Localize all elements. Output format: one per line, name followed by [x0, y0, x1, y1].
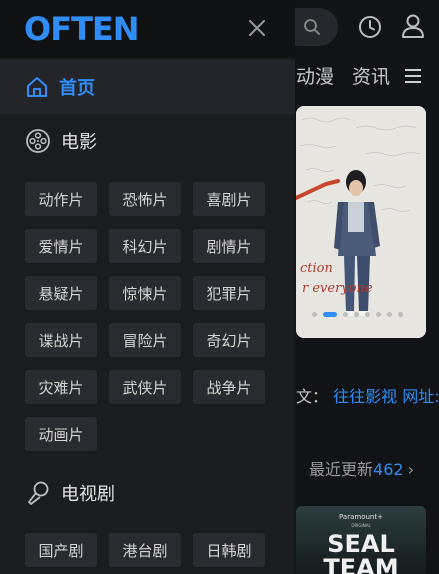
- movie-genre-chip[interactable]: 犯罪片: [193, 276, 265, 310]
- tab-news[interactable]: 资讯: [352, 62, 390, 92]
- movie-genre-chip[interactable]: 剧情片: [193, 229, 265, 263]
- movie-genre-chip[interactable]: 恐怖片: [109, 182, 181, 216]
- search-icon[interactable]: [303, 18, 321, 36]
- section-tv[interactable]: 电视剧: [25, 476, 115, 510]
- site-notice: 文： 往往影视 网址:: [296, 383, 439, 407]
- banner-dot-active[interactable]: [323, 312, 337, 317]
- section-movies[interactable]: 电影: [25, 124, 97, 158]
- site-logo[interactable]: OFTEN: [24, 10, 140, 48]
- svg-text:ction: ction: [300, 261, 333, 276]
- banner-dot[interactable]: [354, 312, 359, 317]
- poster-brand-sub: ORIGINAL: [351, 523, 371, 528]
- banner-artwork: ction r everyone: [296, 106, 426, 338]
- movie-genre-chip[interactable]: 谍战片: [25, 323, 97, 357]
- section-movies-title: 电影: [61, 132, 97, 153]
- notice-link[interactable]: 往往影视 网址:: [333, 387, 439, 406]
- movie-genre-chip[interactable]: 奇幻片: [193, 323, 265, 357]
- tab-anime[interactable]: 动漫: [296, 62, 334, 92]
- banner-dot[interactable]: [376, 312, 381, 317]
- banner-dot[interactable]: [387, 312, 392, 317]
- tv-genre-chip[interactable]: 日韩剧: [193, 533, 265, 567]
- banner-pagination: [312, 312, 403, 317]
- category-tabs: 动漫 资讯: [296, 62, 390, 92]
- section-tv-title: 电视剧: [61, 484, 115, 505]
- banner-dot[interactable]: [365, 312, 370, 317]
- hero-banner[interactable]: ction r everyone: [296, 106, 426, 338]
- movie-genre-chip[interactable]: 科幻片: [109, 229, 181, 263]
- poster-brand: Paramount+: [339, 513, 383, 521]
- film-reel-icon: [26, 129, 50, 153]
- movie-genre-chip[interactable]: 武侠片: [109, 370, 181, 404]
- chevron-right-icon: ›: [407, 460, 414, 479]
- movie-genre-chip[interactable]: 战争片: [193, 370, 265, 404]
- banner-dot[interactable]: [343, 312, 348, 317]
- tv-genre-chip[interactable]: 国产剧: [25, 533, 97, 567]
- movie-genre-chip[interactable]: 爱情片: [25, 229, 97, 263]
- poster-artwork: Paramount+ ORIGINAL SEAL TEAM: [296, 506, 426, 574]
- recent-count: 462: [373, 460, 404, 479]
- user-icon[interactable]: [400, 13, 426, 39]
- movie-genre-chip[interactable]: 惊悚片: [109, 276, 181, 310]
- movie-genre-chip[interactable]: 喜剧片: [193, 182, 265, 216]
- nav-item-home[interactable]: 首页: [0, 60, 295, 114]
- close-icon[interactable]: [245, 16, 269, 40]
- menu-icon[interactable]: [403, 66, 423, 86]
- movie-genre-chip[interactable]: 悬疑片: [25, 276, 97, 310]
- movie-genre-chip[interactable]: 动作片: [25, 182, 97, 216]
- microphone-icon: [28, 481, 49, 505]
- movie-genre-chip[interactable]: 灾难片: [25, 370, 97, 404]
- side-drawer: OFTEN 首页 电影 动作片 恐怖片 喜剧片爱情片 科幻片 剧情片悬疑片 惊悚片 犯罪片谍…: [0, 0, 295, 574]
- tv-genre-chip[interactable]: 港台剧: [109, 533, 181, 567]
- drawer-header: OFTEN: [0, 0, 295, 58]
- movie-genre-chip[interactable]: 动画片: [25, 417, 97, 451]
- movie-genre-chip[interactable]: 冒险片: [109, 323, 181, 357]
- recent-label: 最近更新: [309, 460, 374, 479]
- banner-dot[interactable]: [312, 312, 317, 317]
- poster-card[interactable]: Paramount+ ORIGINAL SEAL TEAM: [296, 506, 426, 574]
- recent-updates-header[interactable]: 最近更新462 ›: [309, 456, 414, 480]
- notice-prefix: 文：: [296, 387, 329, 406]
- poster-title-2: TEAM: [323, 554, 398, 574]
- home-icon: [27, 77, 47, 97]
- history-clock-icon[interactable]: [358, 15, 382, 39]
- svg-text:r everyone: r everyone: [302, 281, 373, 296]
- banner-dot[interactable]: [398, 312, 403, 317]
- home-label: 首页: [59, 78, 95, 99]
